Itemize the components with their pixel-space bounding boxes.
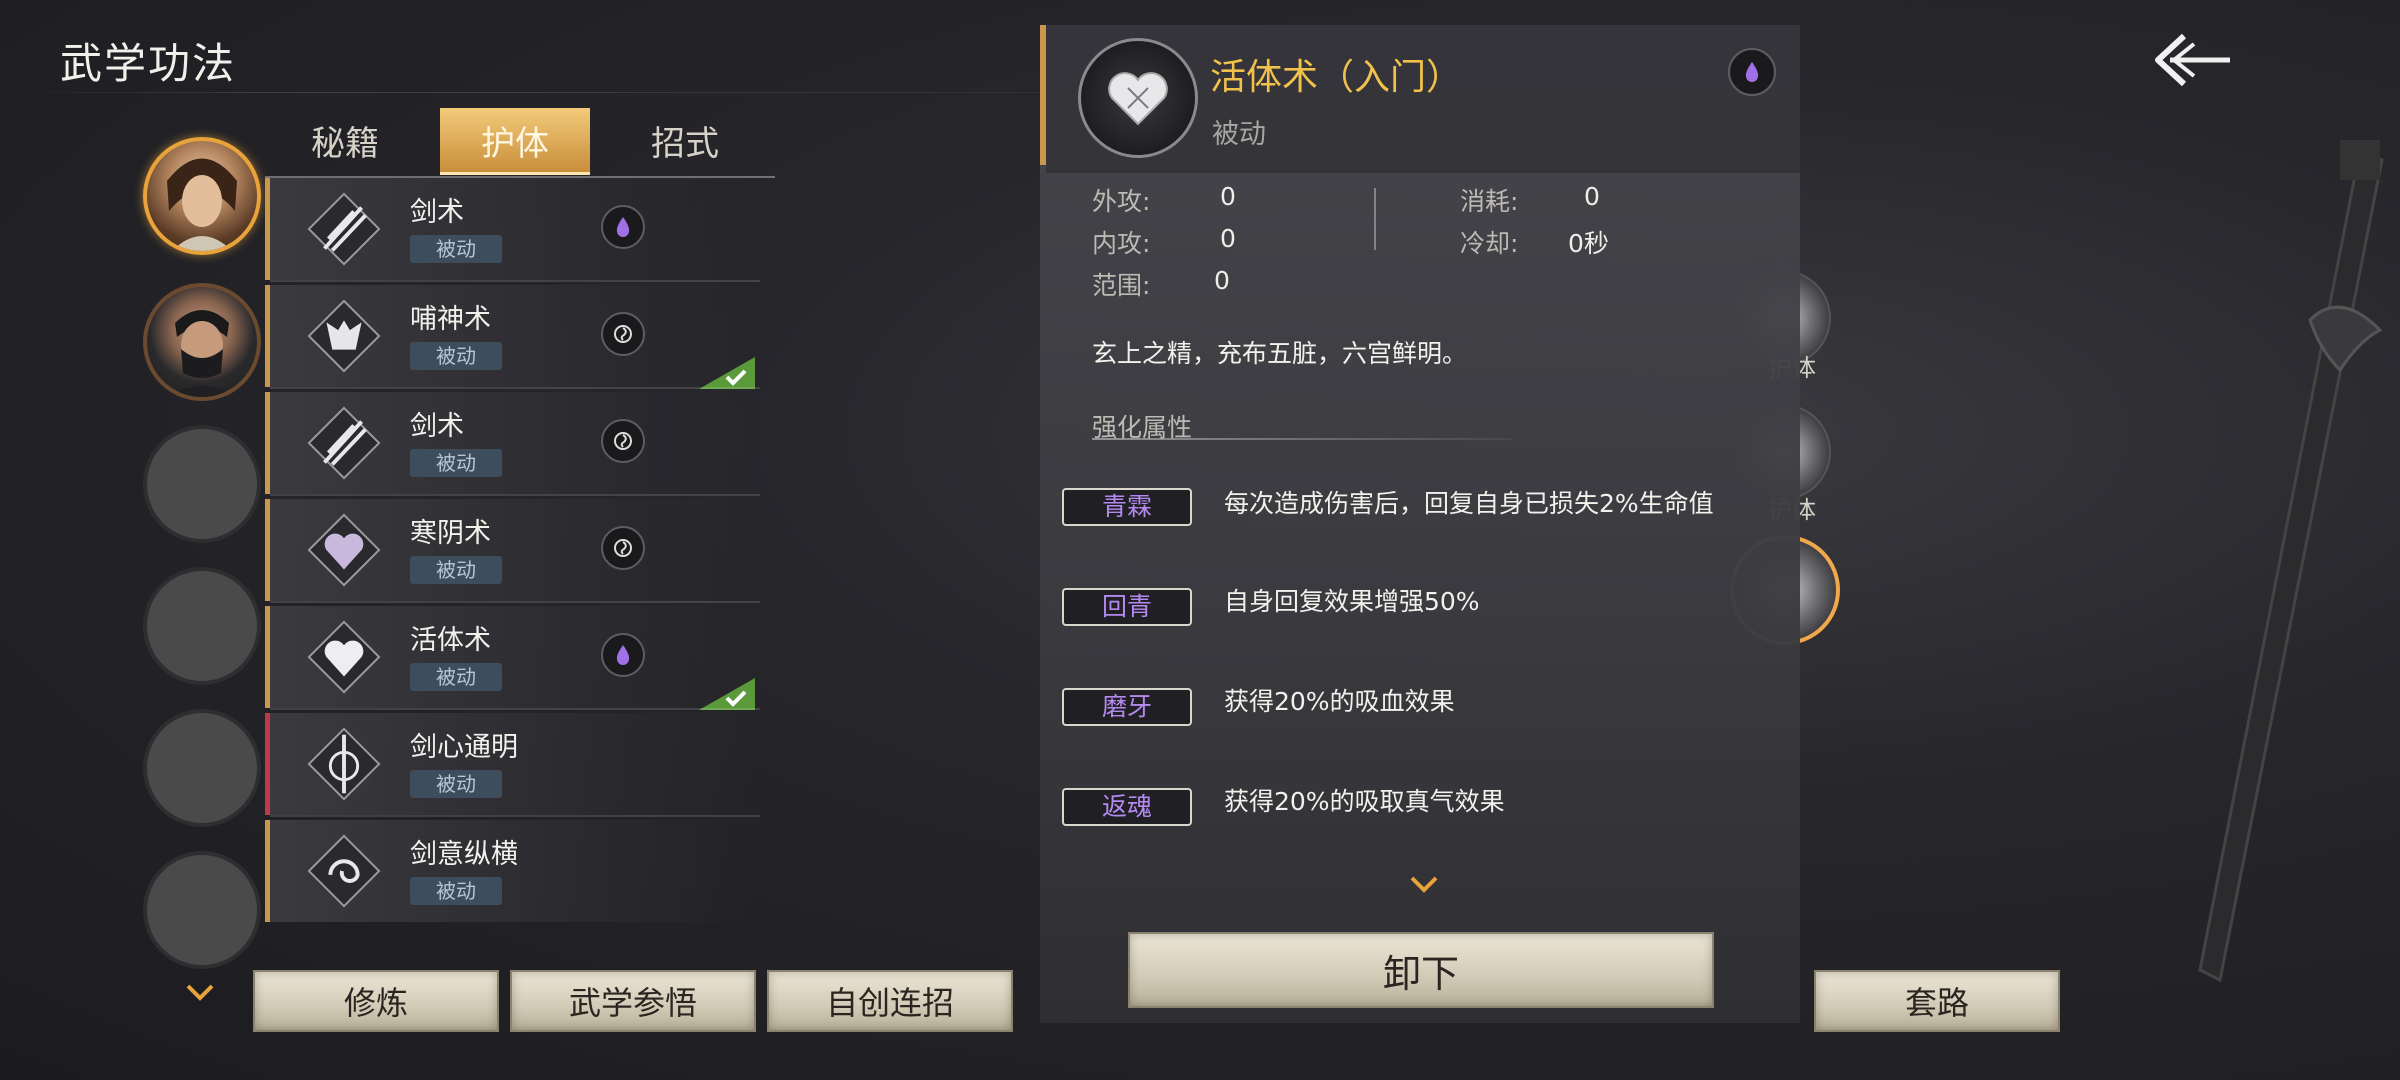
- skill-name: 活体术: [410, 625, 491, 656]
- back-arrow-icon: [2155, 33, 2230, 87]
- page-title: 武学功法: [60, 39, 237, 88]
- enhance-tag: 返魂: [1062, 788, 1192, 826]
- character-avatar-slot-3[interactable]: [143, 425, 261, 543]
- skill-name: 哺神术: [410, 304, 491, 335]
- tab-moves[interactable]: 招式: [610, 108, 760, 172]
- character-avatar-slot-5[interactable]: [143, 709, 261, 827]
- enhance-text: 获得20%的吸取真气效果: [1224, 787, 1505, 816]
- character-avatar-1[interactable]: [143, 137, 261, 255]
- skill-row[interactable]: 剑心通明 被动: [265, 713, 760, 817]
- dark-gem-icon: [601, 419, 645, 463]
- skill-name: 剑意纵横: [410, 839, 518, 870]
- skill-row[interactable]: 活体术 被动: [265, 606, 760, 710]
- equipped-check-icon: [699, 678, 755, 710]
- enhance-text: 获得20%的吸血效果: [1224, 687, 1455, 716]
- skill-row[interactable]: 寒阴术 被动: [265, 499, 760, 603]
- skill-name: 剑术: [410, 411, 464, 442]
- comprehend-button[interactable]: 武学参悟: [510, 970, 756, 1032]
- enhance-tag: 回青: [1062, 588, 1192, 626]
- sword-heart-skill-icon: [307, 727, 381, 801]
- dark-gem-icon: [601, 526, 645, 570]
- sword-decoration-icon: [2198, 140, 2384, 983]
- back-button[interactable]: [2150, 22, 2234, 98]
- purple-gem-icon: [601, 205, 645, 249]
- routine-button[interactable]: 套路: [1814, 970, 2060, 1032]
- character-avatar-slot-4[interactable]: [143, 567, 261, 685]
- stat-divider: [1374, 188, 1376, 250]
- heart-skill-icon: [1078, 38, 1198, 158]
- stat-label: 内攻:: [1092, 229, 1151, 258]
- character-avatar-2[interactable]: [143, 283, 261, 401]
- stat-value: 0: [1584, 182, 1600, 211]
- stat-value: 0: [1214, 266, 1230, 295]
- enhance-divider: [1092, 438, 1512, 440]
- custom-combo-button[interactable]: 自创连招: [767, 970, 1013, 1032]
- dark-gem-icon: [601, 312, 645, 356]
- cultivate-button[interactable]: 修炼: [253, 970, 499, 1032]
- skill-name: 剑术: [410, 197, 464, 228]
- unload-button[interactable]: 卸下: [1128, 932, 1714, 1008]
- stat-value: 0: [1220, 224, 1236, 253]
- equipped-check-icon: [699, 357, 755, 389]
- enhance-text: 每次造成伤害后，回复自身已损失2%生命值: [1224, 489, 1714, 518]
- character-avatar-slot-6[interactable]: [143, 851, 261, 969]
- sword-skill-icon: [307, 192, 381, 266]
- skill-type-badge: 被动: [410, 770, 502, 798]
- skill-type-badge: 被动: [410, 663, 502, 691]
- skill-type-badge: 被动: [410, 449, 502, 477]
- skill-type-badge: 被动: [410, 342, 502, 370]
- enhance-tag: 青霖: [1062, 488, 1192, 526]
- tab-body-protection[interactable]: 护体: [440, 108, 590, 175]
- swirl-skill-icon: [307, 834, 381, 908]
- stat-label: 消耗:: [1460, 187, 1519, 216]
- skill-row[interactable]: 哺神术 被动: [265, 285, 760, 389]
- enhance-text: 自身回复效果增强50%: [1224, 587, 1480, 616]
- tab-secret-books[interactable]: 秘籍: [270, 108, 420, 172]
- skill-detail-type: 被动: [1212, 119, 1266, 150]
- skill-description: 玄上之精，充布五脏，六宫鲜明。: [1092, 339, 1468, 368]
- purple-gem-icon: [601, 633, 645, 677]
- skill-type-badge: 被动: [410, 235, 502, 263]
- detail-accent-bar: [1040, 25, 1046, 165]
- masked-portrait-icon: [167, 310, 237, 397]
- header-divider: [0, 92, 1040, 93]
- stat-value: 0: [1220, 182, 1236, 211]
- skill-row[interactable]: 剑术 被动: [265, 392, 760, 496]
- cold-heart-skill-icon: [307, 513, 381, 587]
- stat-label: 冷却:: [1460, 229, 1519, 258]
- scroll-down-chevron-icon[interactable]: [1410, 876, 1438, 898]
- enhance-tag: 磨牙: [1062, 688, 1192, 726]
- skill-detail-name: 活体术（入门）: [1210, 57, 1463, 98]
- stat-value: 0秒: [1568, 229, 1609, 258]
- skill-type-badge: 被动: [410, 556, 502, 584]
- skill-type-badge: 被动: [410, 877, 502, 905]
- skill-row[interactable]: 剑意纵横 被动: [265, 820, 753, 922]
- sword-skill-icon: [307, 406, 381, 480]
- scroll-down-chevron-icon[interactable]: [186, 984, 214, 1006]
- skill-name: 寒阴术: [410, 518, 491, 549]
- stat-label: 范围:: [1092, 271, 1151, 300]
- skill-row[interactable]: 剑术 被动: [265, 178, 760, 282]
- heart-skill-icon: [307, 620, 381, 694]
- purple-gem-icon[interactable]: [1728, 48, 1776, 96]
- demon-skill-icon: [307, 299, 381, 373]
- stat-label: 外攻:: [1092, 187, 1151, 216]
- hero-portrait-icon: [167, 158, 237, 251]
- skill-name: 剑心通明: [410, 732, 518, 763]
